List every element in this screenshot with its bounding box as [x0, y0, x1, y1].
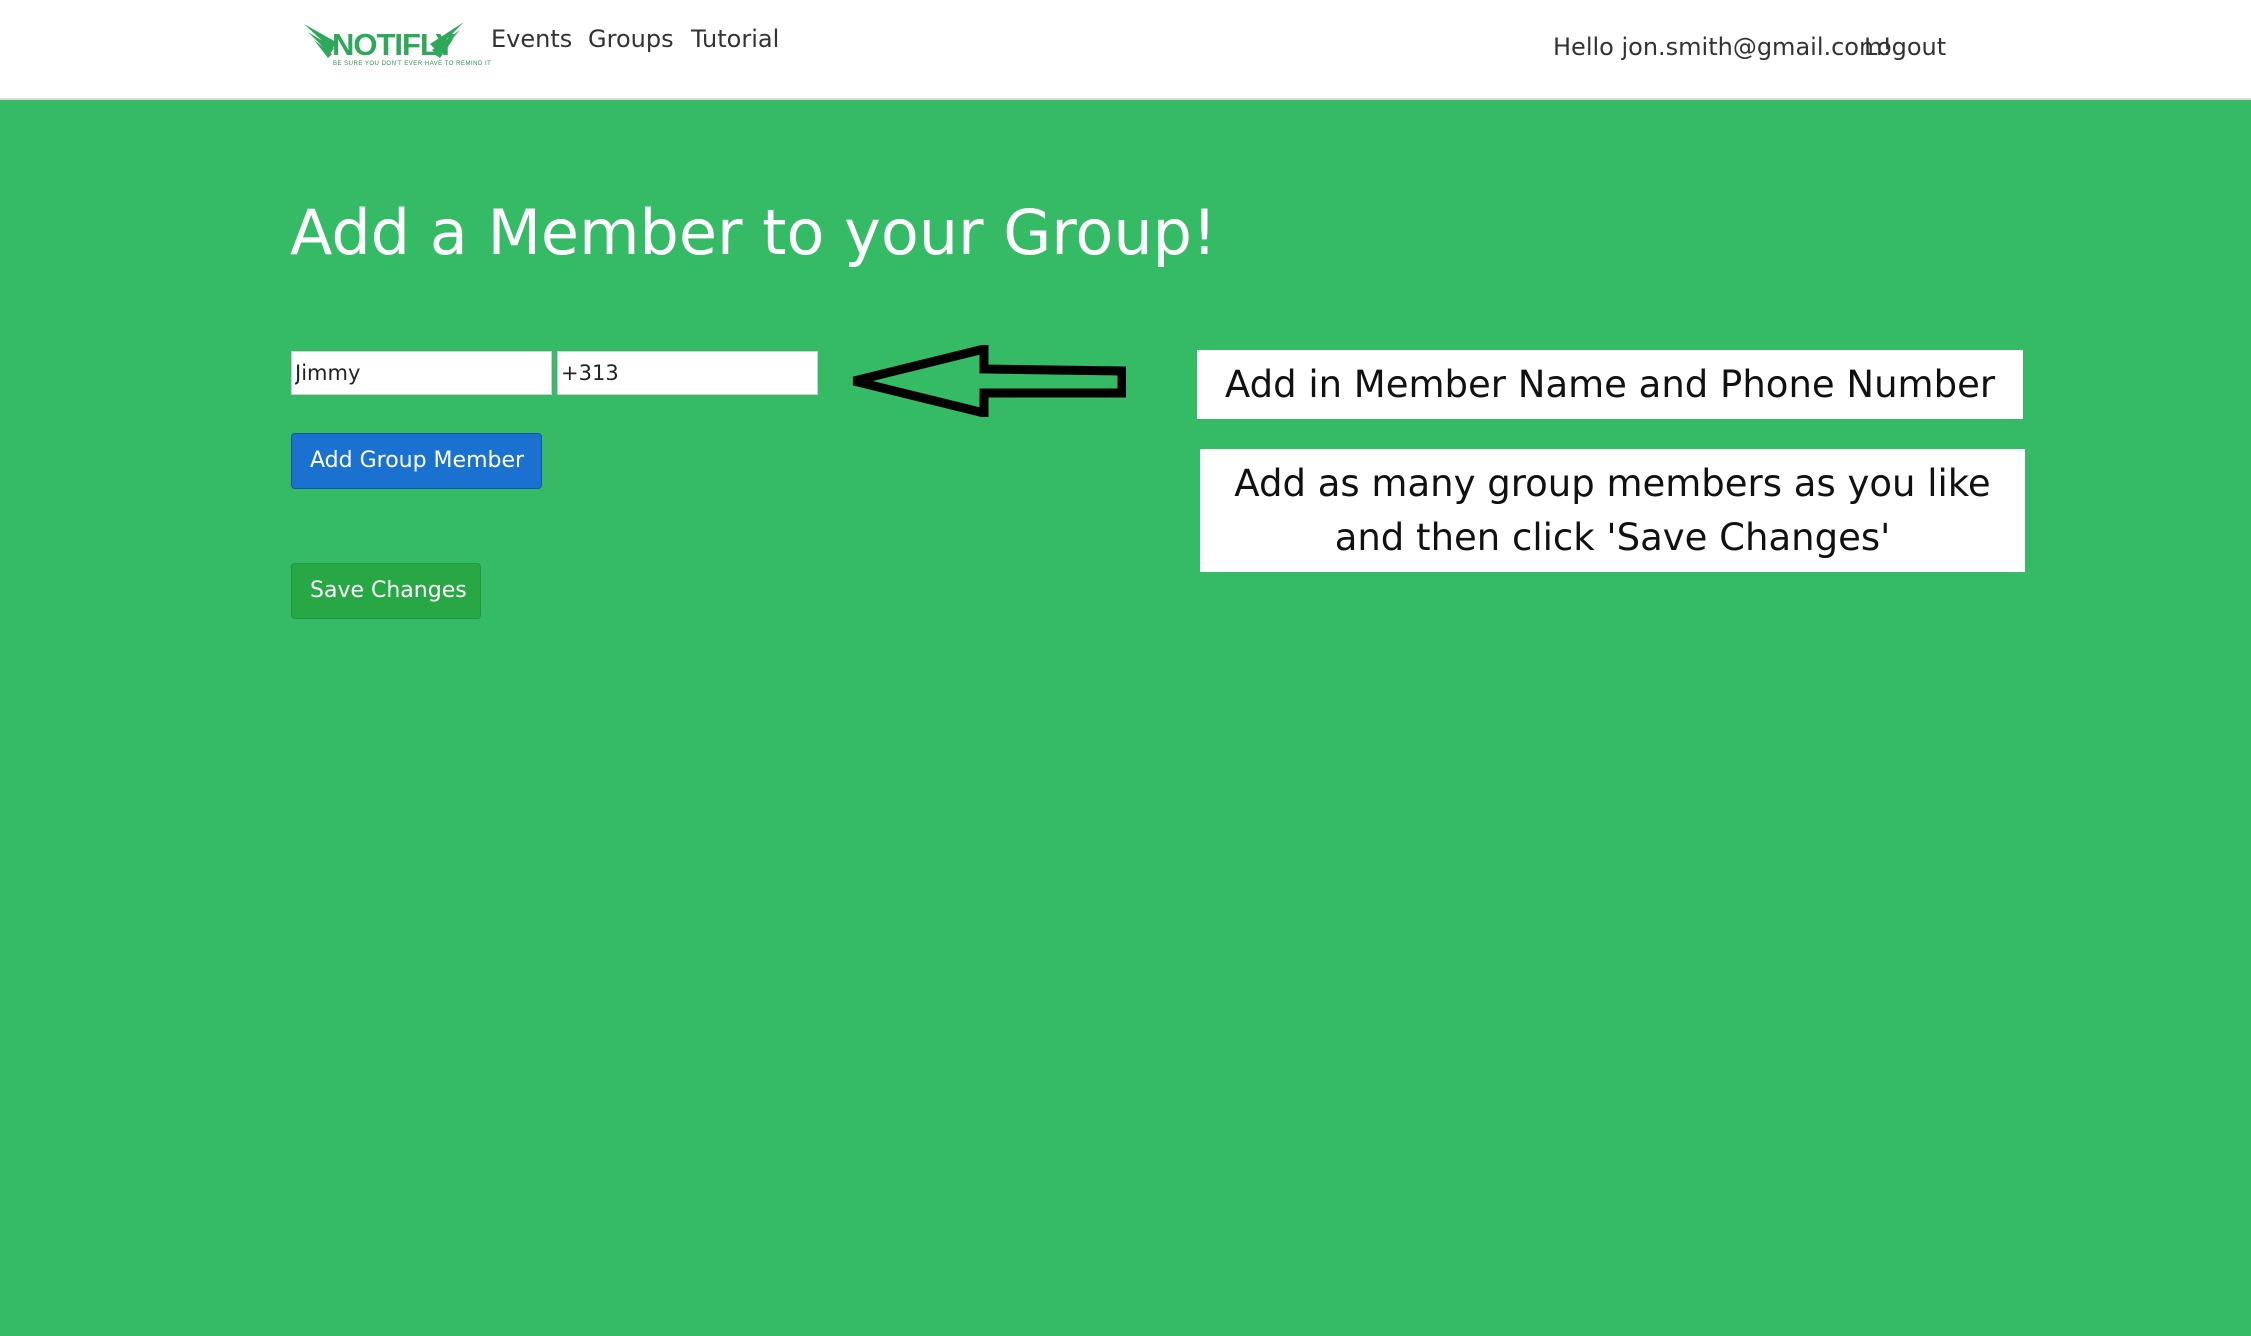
tutorial-callout-name-phone: Add in Member Name and Phone Number: [1197, 350, 2023, 419]
nav-link-events[interactable]: Events: [491, 24, 572, 54]
logo-wordmark: NOTIFLY: [332, 27, 456, 62]
member-phone-input[interactable]: [557, 351, 818, 395]
add-group-member-button[interactable]: Add Group Member: [291, 433, 542, 489]
page-title: Add a Member to your Group!: [290, 196, 1217, 269]
tutorial-callout-save: Add as many group members as you like an…: [1200, 449, 2025, 572]
logo-tagline: BE SURE YOU DON'T EVER HAVE TO REMIND IT: [333, 61, 492, 67]
member-name-input[interactable]: [291, 351, 552, 395]
top-navbar: NOTIFLY BE SURE YOU DON'T EVER HAVE TO R…: [0, 0, 2251, 100]
nav-link-tutorial[interactable]: Tutorial: [691, 24, 779, 54]
logout-link[interactable]: Logout: [1864, 32, 1946, 62]
user-greeting: Hello jon.smith@gmail.com!: [1553, 33, 1892, 61]
save-changes-button[interactable]: Save Changes: [291, 563, 481, 619]
left-arrow-outline-icon: [852, 345, 1126, 417]
notifly-logo[interactable]: NOTIFLY BE SURE YOU DON'T EVER HAVE TO R…: [302, 20, 491, 72]
nav-link-groups[interactable]: Groups: [588, 24, 674, 54]
